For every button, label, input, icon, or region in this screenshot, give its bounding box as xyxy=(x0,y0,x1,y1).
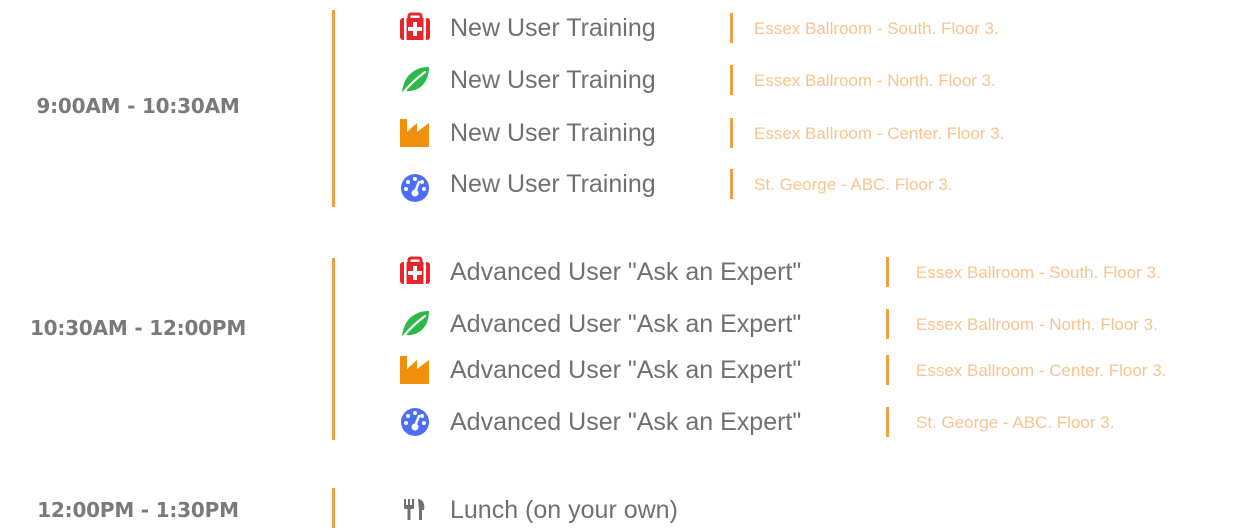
session-title: Advanced User "Ask an Expert" xyxy=(450,258,802,286)
time-label-block-2: 10:30AM - 12:00PM xyxy=(29,316,247,340)
factory-icon xyxy=(398,352,432,386)
leaf-icon xyxy=(398,62,432,96)
medical-kit-icon xyxy=(398,10,432,44)
session-location: St. George - ABC. Floor 3. xyxy=(754,175,953,194)
separator-bar xyxy=(730,65,733,95)
fork-knife-icon xyxy=(402,496,428,522)
session-title: Advanced User "Ask an Expert" xyxy=(450,356,802,384)
separator-bar xyxy=(886,355,889,385)
separator-bar xyxy=(886,407,889,437)
dashboard-gauge-icon xyxy=(398,404,432,438)
session-title: New User Training xyxy=(450,14,656,42)
timeline-bar-block-1 xyxy=(332,10,335,207)
separator-bar xyxy=(886,257,889,287)
session-title: New User Training xyxy=(450,66,656,94)
session-location: Essex Ballroom - Center. Floor 3. xyxy=(754,124,1005,143)
session-location: Essex Ballroom - North. Floor 3. xyxy=(754,71,996,90)
separator-bar xyxy=(730,118,733,148)
session-title: Lunch (on your own) xyxy=(450,496,678,524)
session-location: Essex Ballroom - South. Floor 3. xyxy=(754,19,999,38)
session-title: New User Training xyxy=(450,119,656,147)
timeline-bar-block-3 xyxy=(332,488,335,528)
time-label-block-3: 12:00PM - 1:30PM xyxy=(37,498,239,522)
session-location: Essex Ballroom - Center. Floor 3. xyxy=(916,361,1167,380)
session-title: Advanced User "Ask an Expert" xyxy=(450,310,802,338)
session-title: New User Training xyxy=(450,170,656,198)
session-location: Essex Ballroom - North. Floor 3. xyxy=(916,315,1158,334)
leaf-icon xyxy=(398,306,432,340)
session-location: Essex Ballroom - South. Floor 3. xyxy=(916,263,1161,282)
dashboard-gauge-icon xyxy=(398,170,432,204)
session-location: St. George - ABC. Floor 3. xyxy=(916,413,1115,432)
separator-bar xyxy=(886,309,889,339)
timeline-bar-block-2 xyxy=(332,258,335,440)
factory-icon xyxy=(398,115,432,149)
time-label-block-1: 9:00AM - 10:30AM xyxy=(36,94,240,118)
separator-bar xyxy=(730,13,733,43)
medical-kit-icon xyxy=(398,254,432,288)
session-title: Advanced User "Ask an Expert" xyxy=(450,408,802,436)
separator-bar xyxy=(730,169,733,199)
